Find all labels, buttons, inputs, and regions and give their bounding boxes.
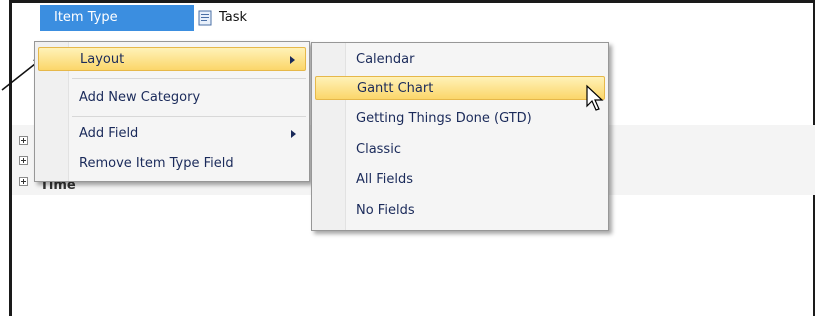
menu-item-gtd[interactable]: Getting Things Done (GTD) (315, 107, 605, 131)
plus-box-icon[interactable] (19, 136, 28, 145)
mouse-pointer-icon (586, 84, 604, 111)
menu-separator (72, 116, 306, 117)
task-document-icon (198, 10, 212, 26)
menu-item-label: Add Field (79, 126, 139, 141)
context-menu: Layout Add New Category Add Field Remove… (34, 41, 310, 182)
menu-item-gantt-chart[interactable]: Gantt Chart (315, 76, 605, 100)
menu-separator (72, 78, 306, 79)
menu-item-add-new-category[interactable]: Add New Category (38, 86, 306, 110)
menu-item-layout[interactable]: Layout (38, 47, 306, 71)
menu-item-label: No Fields (356, 203, 415, 218)
task-value: Task (219, 10, 248, 25)
menu-item-label: Remove Item Type Field (79, 156, 234, 171)
menu-item-add-field[interactable]: Add Field (38, 122, 306, 146)
menu-item-classic[interactable]: Classic (315, 138, 605, 162)
plus-box-icon[interactable] (19, 177, 28, 186)
layout-submenu: Calendar Gantt Chart Getting Things Done… (311, 42, 609, 231)
menu-item-all-fields[interactable]: All Fields (315, 168, 605, 192)
menu-item-label: Add New Category (79, 90, 201, 105)
submenu-arrow-icon (290, 56, 295, 64)
menu-item-label: Calendar (356, 52, 415, 67)
menu-item-no-fields[interactable]: No Fields (315, 199, 605, 223)
item-type-cell[interactable]: Item Type (40, 5, 194, 31)
menu-item-label: Gantt Chart (357, 81, 434, 96)
menu-item-label: All Fields (356, 172, 414, 187)
menu-item-label: Layout (80, 52, 125, 67)
plus-box-icon[interactable] (19, 156, 28, 165)
menu-item-remove-item-type-field[interactable]: Remove Item Type Field (38, 152, 306, 176)
menu-item-label: Getting Things Done (GTD) (356, 111, 532, 126)
menu-item-calendar[interactable]: Calendar (315, 48, 605, 72)
submenu-arrow-icon (291, 130, 296, 138)
menu-item-label: Classic (356, 142, 401, 157)
task-cell[interactable]: Task (198, 7, 247, 29)
